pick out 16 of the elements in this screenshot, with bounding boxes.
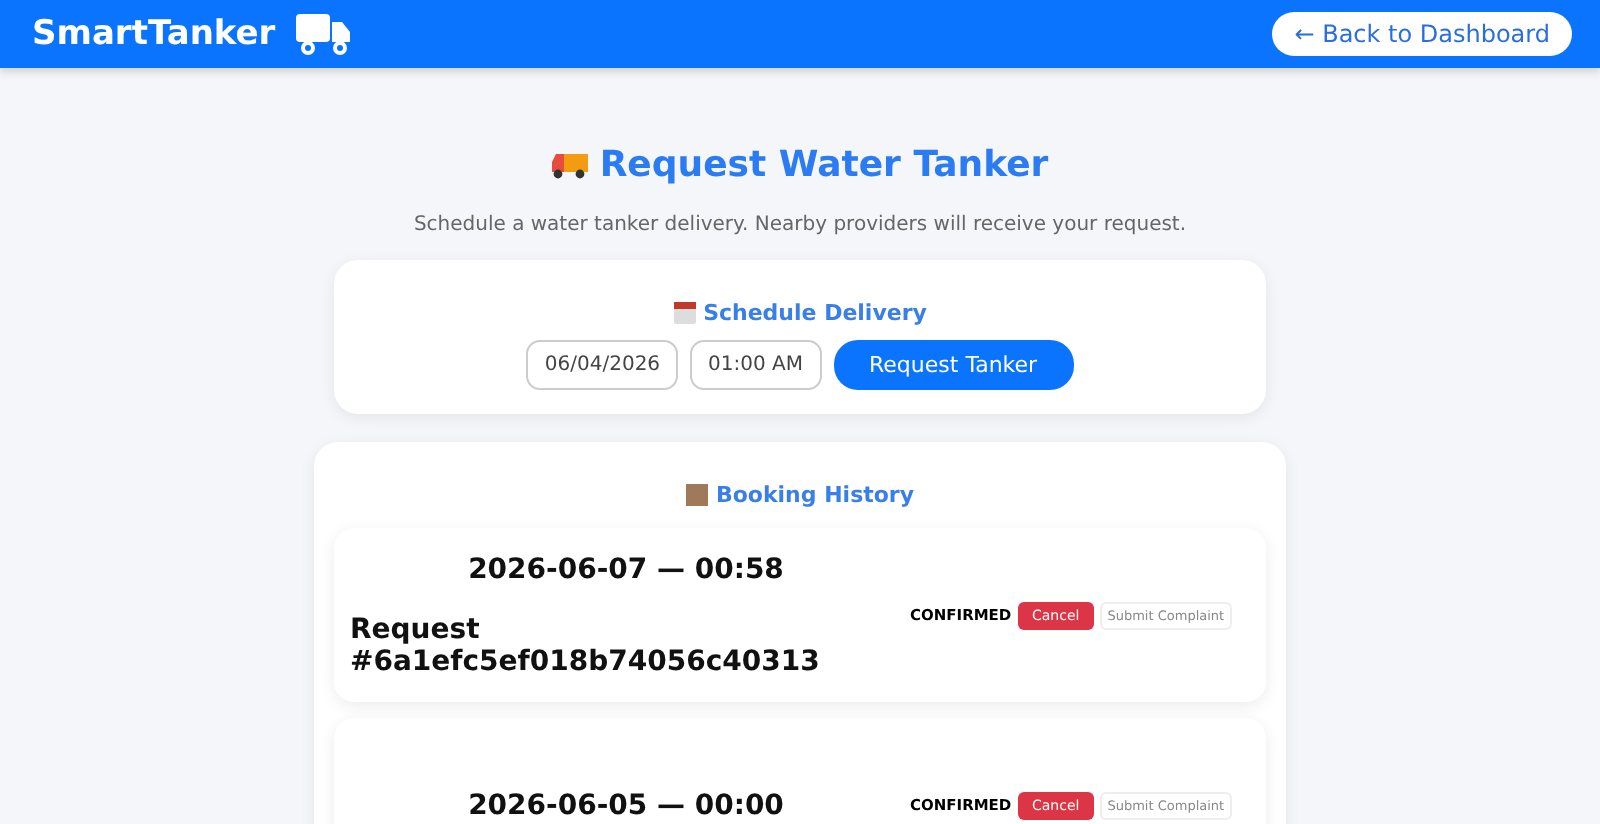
truck-icon — [551, 151, 588, 179]
box-icon — [685, 484, 708, 506]
booking-datetime: 2026-06-05 — 00:00 — [468, 789, 784, 821]
booking-datetime: 2026-06-07 — 00:58 — [468, 553, 784, 585]
page-subtitle: Schedule a water tanker delivery. Nearby providers will receive your request. — [411, 214, 1189, 236]
section-heading: Schedule Delivery — [703, 300, 927, 326]
back-button[interactable]: ← Back to Dashboard — [1272, 12, 1572, 56]
date-field[interactable]: 06/04/2026 — [526, 340, 679, 390]
page-title: Request Water Tanker — [599, 144, 1049, 186]
request-button[interactable]: Request Tanker — [833, 340, 1074, 390]
truck-icon — [295, 12, 352, 56]
brand-name: SmartTanker — [32, 14, 276, 54]
calendar-icon — [673, 302, 696, 324]
time-field[interactable]: 01:00 AM — [690, 340, 822, 390]
request-id: Request #6a1efc5ef018b74056c40313 — [350, 613, 822, 677]
section-heading: Booking History — [715, 482, 915, 508]
